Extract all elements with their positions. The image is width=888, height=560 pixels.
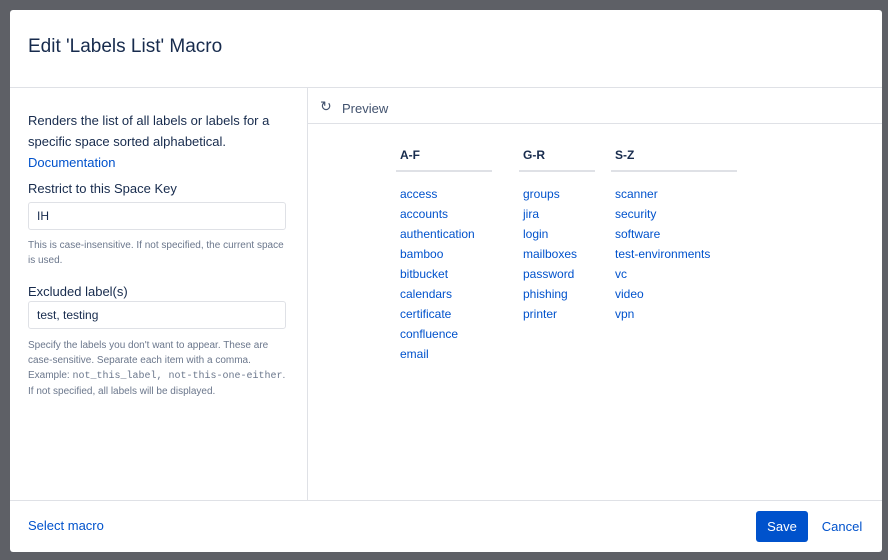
excluded-labels-input[interactable]: [28, 301, 286, 329]
documentation-link[interactable]: Documentation: [28, 155, 115, 170]
label-link[interactable]: calendars: [400, 284, 492, 304]
refresh-icon[interactable]: ↻: [320, 99, 334, 113]
label-link[interactable]: bamboo: [400, 244, 492, 264]
label-link[interactable]: password: [523, 264, 595, 284]
label-link[interactable]: jira: [523, 204, 595, 224]
cancel-button[interactable]: Cancel: [814, 511, 870, 542]
macro-parameters-panel: Renders the list of all labels or labels…: [10, 88, 308, 500]
macro-description: Renders the list of all labels or labels…: [28, 110, 290, 173]
label-column-a-f: A-F access accounts authentication bambo…: [396, 148, 492, 364]
label-link[interactable]: phishing: [523, 284, 595, 304]
label-link[interactable]: login: [523, 224, 595, 244]
label-link[interactable]: confluence: [400, 324, 492, 344]
label-link[interactable]: printer: [523, 304, 595, 324]
space-key-input[interactable]: [28, 202, 286, 230]
column-header: S-Z: [615, 148, 635, 162]
label-link[interactable]: mailboxes: [523, 244, 595, 264]
excluded-labels-help: Specify the labels you don't want to app…: [28, 338, 290, 399]
preview-panel: ↻ Preview A-F access accounts authentica…: [308, 88, 882, 500]
space-key-label: Restrict to this Space Key: [28, 181, 177, 196]
column-divider: [396, 170, 492, 172]
dialog-footer: Select macro Save Cancel: [10, 500, 882, 552]
label-link[interactable]: groups: [523, 184, 595, 204]
label-link[interactable]: certificate: [400, 304, 492, 324]
label-column-g-r: G-R groups jira login mailboxes password…: [519, 148, 595, 324]
label-link[interactable]: scanner: [615, 184, 737, 204]
label-link[interactable]: test-environments: [615, 244, 737, 264]
dialog-title: Edit 'Labels List' Macro: [28, 36, 223, 57]
column-header: G-R: [523, 148, 545, 162]
label-link[interactable]: vpn: [615, 304, 737, 324]
column-header: A-F: [400, 148, 420, 162]
excluded-help-example: not_this_label, not-this-one-either: [72, 371, 283, 382]
save-button[interactable]: Save: [756, 511, 808, 542]
label-column-s-z: S-Z scanner security software test-envir…: [611, 148, 737, 324]
label-link[interactable]: video: [615, 284, 737, 304]
label-link[interactable]: accounts: [400, 204, 492, 224]
label-link[interactable]: vc: [615, 264, 737, 284]
label-link[interactable]: bitbucket: [400, 264, 492, 284]
select-macro-link[interactable]: Select macro: [28, 518, 104, 533]
label-link[interactable]: security: [615, 204, 737, 224]
preview-label: Preview: [342, 101, 389, 116]
preview-toolbar: ↻ Preview: [308, 88, 882, 124]
space-key-help: This is case-insensitive. If not specifi…: [28, 240, 284, 266]
edit-macro-dialog: Edit 'Labels List' Macro Renders the lis…: [10, 10, 882, 552]
label-link[interactable]: authentication: [400, 224, 492, 244]
label-link[interactable]: access: [400, 184, 492, 204]
dialog-header: Edit 'Labels List' Macro: [10, 10, 882, 88]
excluded-labels-label: Excluded label(s): [28, 284, 128, 299]
label-link[interactable]: software: [615, 224, 737, 244]
column-divider: [611, 170, 737, 172]
column-divider: [519, 170, 595, 172]
label-link[interactable]: email: [400, 344, 492, 364]
description-text: Renders the list of all labels or labels…: [28, 113, 270, 149]
